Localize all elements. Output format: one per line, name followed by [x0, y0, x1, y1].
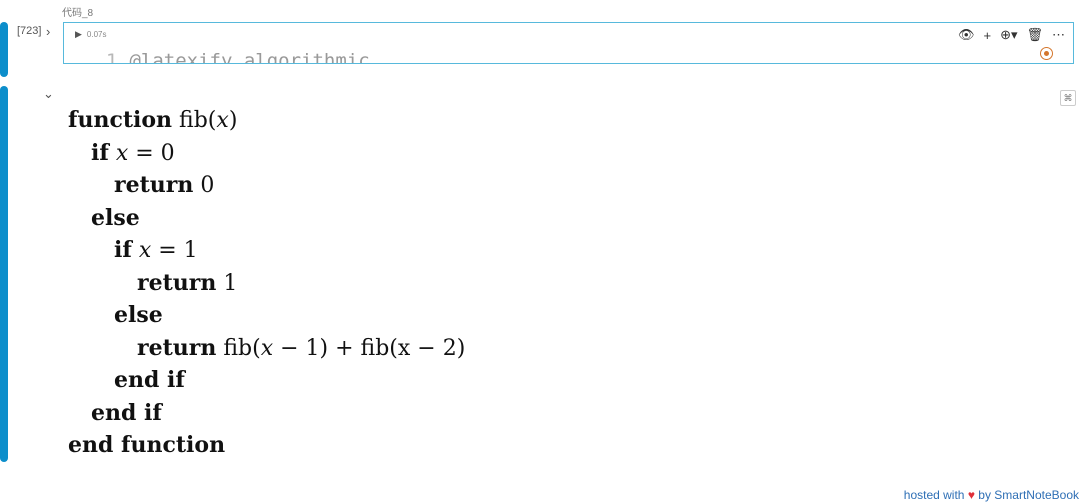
algorithm-keyword: return [137, 334, 217, 361]
algorithm-text: fib( [216, 335, 261, 361]
add-icon[interactable]: + [983, 28, 991, 43]
algorithm-text: fib( [172, 108, 217, 133]
algorithm-keyword: return [114, 172, 194, 198]
line-number: 1 [106, 50, 118, 64]
footer-by[interactable]: by SmartNoteBook [978, 488, 1079, 502]
algorithm-text: 1 [216, 270, 238, 296]
footer: hosted with ♥ by SmartNoteBook [904, 488, 1079, 502]
footer-hosted: hosted with [903, 488, 965, 502]
output-collapse-chevron-icon[interactable]: ⌄ [43, 86, 54, 102]
algorithm-line: if x = 1 [114, 234, 198, 266]
algorithm-line: end if [114, 364, 185, 396]
algorithm-text: 0 [193, 173, 215, 198]
algorithm-line: return 0 [114, 169, 214, 201]
algorithm-keyword: if [114, 237, 132, 263]
eye-icon[interactable]: 👁 [958, 27, 975, 43]
output-toggle-icon[interactable]: ⌘ [1060, 90, 1076, 106]
algorithm-expression: = 1 [151, 238, 198, 263]
status-badge-icon[interactable] [1040, 47, 1053, 60]
algorithm-line: else [114, 299, 163, 331]
execution-count: [723] [17, 25, 42, 37]
algorithm-line: function fib(x) [68, 104, 237, 136]
more-icon[interactable]: ⋯ [1052, 27, 1065, 43]
algorithm-keyword: if [91, 139, 109, 166]
code-text[interactable]: @latexify.algorithmic [129, 50, 369, 63]
algorithm-line: else [91, 202, 140, 234]
trash-icon[interactable]: 🗑 [1026, 27, 1043, 43]
algorithm-keyword: return [137, 269, 217, 296]
code-line[interactable]: 1 @latexify.algorithmic [106, 50, 370, 64]
algorithm-line: if x = 0 [91, 137, 175, 169]
code-cell[interactable]: ▶ 0.07s 1 @latexify.algorithmic 👁 + ⊕▾ 🗑 … [63, 22, 1074, 64]
algorithm-text [132, 238, 139, 263]
algorithm-expression: − 1) + fib(x − 2) [273, 335, 466, 361]
output-focus-bar[interactable] [0, 86, 8, 462]
heart-icon: ♥ [967, 488, 975, 502]
puzzle-menu-icon[interactable]: ⊕▾ [1000, 27, 1017, 43]
cell-collapse-chevron-icon[interactable]: › [46, 24, 50, 39]
algorithm-line: end if [91, 397, 162, 429]
run-time: 0.07s [86, 30, 107, 39]
algorithm-keyword: end function [68, 432, 226, 458]
run-status: ▶ 0.07s [75, 29, 107, 40]
algorithm-variable: x [260, 335, 274, 361]
algorithm-text [109, 141, 116, 166]
algorithm-keyword: else [114, 302, 163, 328]
algorithm-line: return fib(x − 1) + fib(x − 2) [137, 332, 465, 364]
algorithm-line: end function [68, 429, 225, 461]
cell-focus-bar[interactable] [0, 22, 8, 77]
run-icon[interactable]: ▶ [75, 29, 82, 40]
algorithm-keyword: function [68, 107, 173, 133]
cell-name: 代码_8 [62, 8, 94, 19]
algorithm-expression: ) [228, 108, 238, 133]
algorithm-keyword: else [91, 204, 140, 231]
algorithm-keyword: end if [91, 399, 162, 426]
algorithm-variable: x [115, 140, 129, 166]
algorithm-variable: x [216, 108, 229, 133]
algorithm-keyword: end if [114, 367, 185, 393]
algorithm-line: return 1 [137, 267, 237, 299]
algorithm-expression: = 0 [128, 140, 175, 166]
cell-toolbar: 👁 + ⊕▾ 🗑 ⋯ [958, 27, 1065, 43]
algorithm-variable: x [138, 238, 152, 263]
